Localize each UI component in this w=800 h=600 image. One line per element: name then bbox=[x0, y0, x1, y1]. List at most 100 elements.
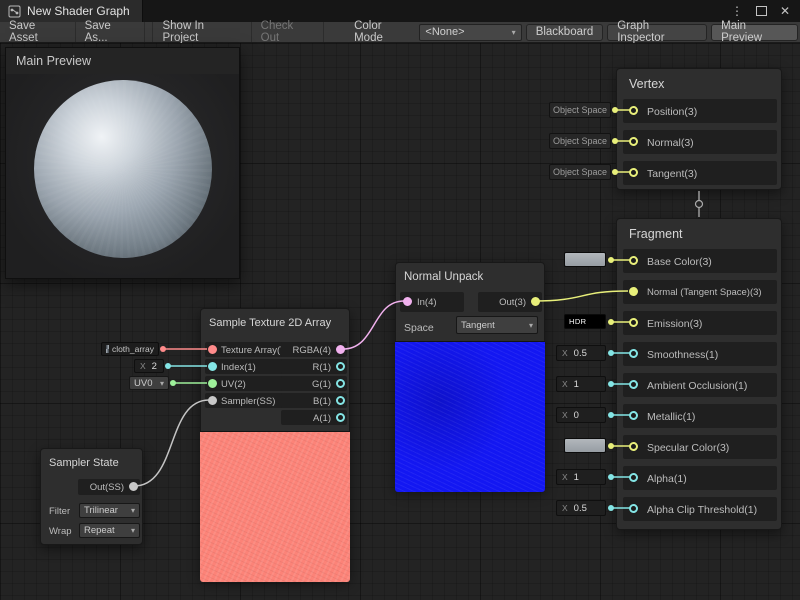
port-uv[interactable] bbox=[208, 379, 217, 388]
main-preview-button[interactable]: Main Preview bbox=[711, 24, 798, 41]
graph-inspector-button[interactable]: Graph Inspector bbox=[607, 24, 707, 41]
main-preview-panel[interactable]: Main Preview bbox=[5, 47, 240, 279]
vertex-row-tangent: Tangent(3) bbox=[623, 161, 777, 185]
emission-hdr-swatch[interactable]: HDR bbox=[564, 314, 606, 329]
show-in-project-button[interactable]: Show In Project bbox=[152, 22, 251, 42]
port-normal[interactable] bbox=[629, 137, 638, 146]
normal-unpack-title: Normal Unpack bbox=[396, 263, 544, 283]
connector-dot bbox=[160, 346, 166, 352]
port-index[interactable] bbox=[208, 362, 217, 371]
alpha-clip-field[interactable]: X 0.5 bbox=[556, 500, 606, 516]
uv-channel-dropdown[interactable]: UV0 ▾ bbox=[129, 376, 169, 390]
port-label: Specular Color(3) bbox=[647, 443, 729, 454]
output-row-out: Out(3) bbox=[478, 292, 542, 312]
port-label: A(1) bbox=[313, 414, 331, 424]
port-metallic[interactable] bbox=[629, 411, 638, 420]
smoothness-value: 0.5 bbox=[574, 348, 587, 359]
chevron-down-icon: ▾ bbox=[529, 321, 533, 330]
vertex-row-position: Position(3) bbox=[623, 99, 777, 123]
port-in[interactable] bbox=[403, 297, 412, 306]
sample-texture-2d-array-node[interactable]: Sample Texture 2D Array Texture Array(T2… bbox=[200, 308, 350, 580]
binding-chip-object-space: Object Space bbox=[549, 133, 611, 149]
port-alpha-clip-threshold[interactable] bbox=[629, 504, 638, 513]
port-label: Tangent(3) bbox=[647, 169, 697, 180]
alpha-field[interactable]: X 1 bbox=[556, 469, 606, 485]
save-as-button[interactable]: Save As... bbox=[76, 22, 146, 42]
metallic-value: 0 bbox=[574, 410, 579, 421]
port-specular-color[interactable] bbox=[629, 442, 638, 451]
port-position[interactable] bbox=[629, 106, 638, 115]
connector-dot bbox=[608, 319, 614, 325]
binding-chip-object-space: Object Space bbox=[549, 164, 611, 180]
kebab-menu-icon[interactable]: ⋮ bbox=[731, 5, 743, 17]
preview-sphere bbox=[34, 80, 212, 258]
port-label: Alpha Clip Threshold(1) bbox=[647, 505, 757, 516]
port-out-ss[interactable] bbox=[129, 482, 138, 491]
vertex-row-normal: Normal(3) bbox=[623, 130, 777, 154]
space-dropdown[interactable]: Tangent ▾ bbox=[456, 316, 538, 334]
port-b[interactable] bbox=[336, 396, 345, 405]
port-ambient-occlusion[interactable] bbox=[629, 380, 638, 389]
texture-array-object-field[interactable]: cloth_array bbox=[101, 342, 159, 356]
vertex-node[interactable]: Vertex Position(3) Normal(3) Tangent(3) bbox=[616, 68, 782, 190]
chevron-down-icon: ▾ bbox=[131, 506, 135, 515]
port-base-color[interactable] bbox=[629, 256, 638, 265]
wrap-value: Repeat bbox=[84, 525, 115, 536]
close-icon[interactable]: ✕ bbox=[780, 5, 790, 17]
save-asset-button[interactable]: Save Asset bbox=[0, 22, 76, 42]
metallic-field[interactable]: X 0 bbox=[556, 407, 606, 423]
vertex-node-title: Vertex bbox=[617, 69, 781, 91]
output-row-g: G(1) bbox=[281, 376, 347, 391]
uv-channel-value: UV0 bbox=[134, 378, 152, 389]
connector-dot bbox=[170, 380, 176, 386]
blackboard-button[interactable]: Blackboard bbox=[526, 24, 604, 41]
wrap-dropdown[interactable]: Repeat ▾ bbox=[79, 523, 140, 538]
port-a[interactable] bbox=[336, 413, 345, 422]
port-r[interactable] bbox=[336, 362, 345, 371]
binding-chip-object-space: Object Space bbox=[549, 102, 611, 118]
color-mode-dropdown[interactable]: <None> ▾ bbox=[419, 24, 521, 41]
fragment-node[interactable]: Fragment Base Color(3) Normal (Tangent S… bbox=[616, 218, 782, 530]
smoothness-field[interactable]: X 0.5 bbox=[556, 345, 606, 361]
port-label: Normal (Tangent Space)(3) bbox=[647, 288, 762, 298]
port-label: Metallic(1) bbox=[647, 412, 695, 423]
connector-dot bbox=[608, 257, 614, 263]
port-g[interactable] bbox=[336, 379, 345, 388]
filter-dropdown[interactable]: Trilinear ▾ bbox=[79, 503, 140, 518]
base-color-swatch[interactable] bbox=[564, 252, 606, 267]
port-out[interactable] bbox=[531, 297, 540, 306]
sampler-state-node[interactable]: Sampler State Out(SS) Filter Trilinear ▾… bbox=[40, 448, 143, 545]
output-row-r: R(1) bbox=[281, 359, 347, 374]
port-smoothness[interactable] bbox=[629, 349, 638, 358]
output-row-a: A(1) bbox=[281, 410, 347, 425]
ambient-occlusion-field[interactable]: X 1 bbox=[556, 376, 606, 392]
port-label: G(1) bbox=[312, 380, 331, 390]
connector-dot bbox=[608, 350, 614, 356]
x-label: X bbox=[562, 472, 568, 482]
wrap-label: Wrap bbox=[49, 527, 72, 537]
shader-graph-icon bbox=[8, 5, 21, 18]
port-rgba[interactable] bbox=[336, 345, 345, 354]
index-field[interactable]: X 2 bbox=[134, 359, 164, 373]
normal-unpack-node[interactable]: Normal Unpack In(4) Out(3) Space Tangent… bbox=[395, 262, 545, 490]
port-alpha[interactable] bbox=[629, 473, 638, 482]
port-texture-array[interactable] bbox=[208, 345, 217, 354]
sampler-state-title: Sampler State bbox=[41, 449, 142, 469]
filter-label: Filter bbox=[49, 507, 70, 517]
port-normal-tangent-space[interactable] bbox=[629, 287, 638, 296]
normal-unpack-preview bbox=[395, 341, 545, 492]
window-title: New Shader Graph bbox=[27, 4, 130, 18]
chevron-down-icon: ▾ bbox=[160, 379, 164, 388]
port-emission[interactable] bbox=[629, 318, 638, 327]
port-tangent[interactable] bbox=[629, 168, 638, 177]
window-tab[interactable]: New Shader Graph bbox=[0, 0, 143, 22]
fragment-row-alpha: Alpha(1) bbox=[623, 466, 777, 490]
x-label: X bbox=[562, 503, 568, 513]
space-label: Space bbox=[404, 323, 434, 334]
x-label: X bbox=[562, 379, 568, 389]
filter-value: Trilinear bbox=[84, 505, 118, 516]
specular-color-swatch[interactable] bbox=[564, 438, 606, 453]
check-out-button[interactable]: Check Out bbox=[252, 22, 324, 42]
maximize-icon[interactable] bbox=[756, 6, 767, 16]
port-sampler[interactable] bbox=[208, 396, 217, 405]
